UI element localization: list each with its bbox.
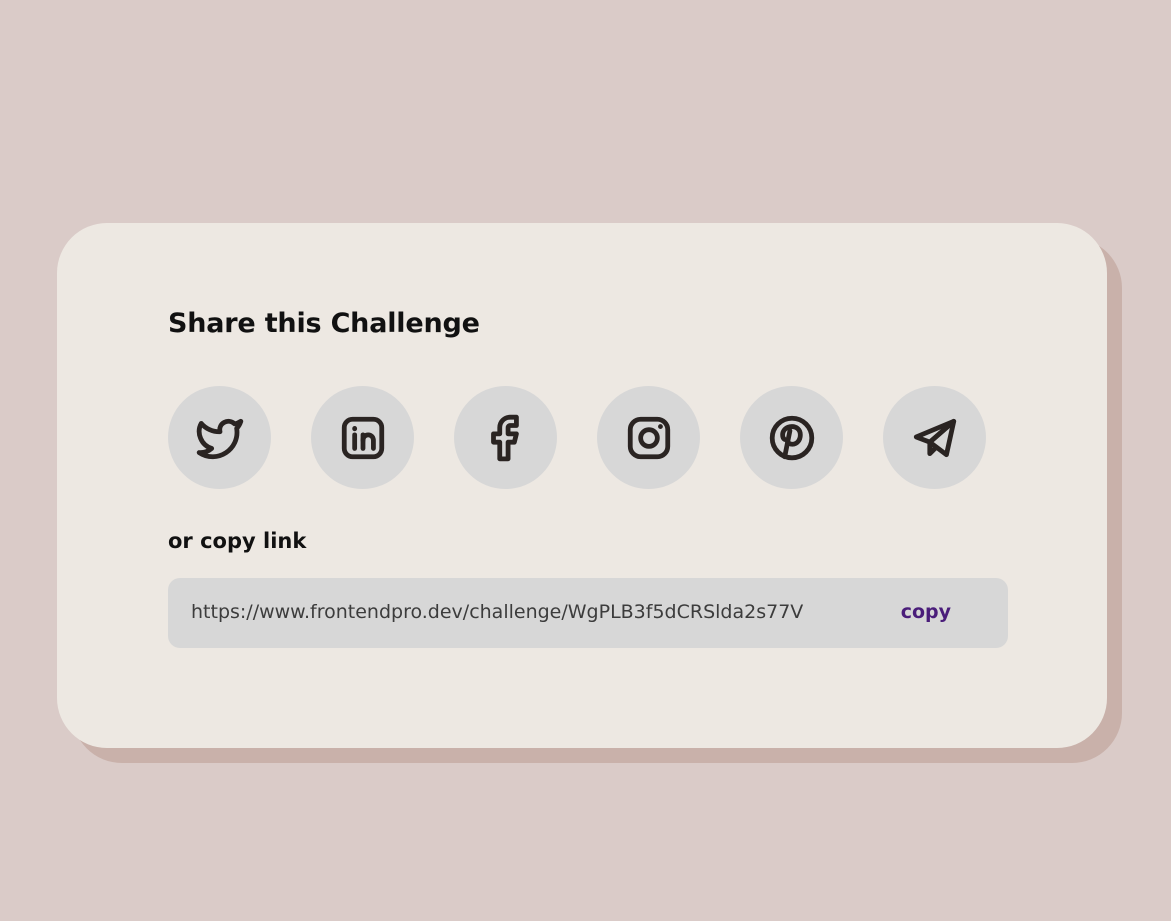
- share-card: Share this Challenge or copy link https:…: [57, 223, 1107, 748]
- share-instagram-button[interactable]: [597, 386, 700, 489]
- linkedin-icon: [341, 416, 384, 459]
- card-title: Share this Challenge: [168, 308, 480, 339]
- pinterest-icon: [769, 415, 814, 460]
- copy-link-label: or copy link: [168, 529, 307, 553]
- share-icons-row: [168, 386, 986, 489]
- share-telegram-button[interactable]: [883, 386, 986, 489]
- share-twitter-button[interactable]: [168, 386, 271, 489]
- share-facebook-button[interactable]: [454, 386, 557, 489]
- telegram-icon: [913, 418, 956, 457]
- share-pinterest-button[interactable]: [740, 386, 843, 489]
- share-link-url[interactable]: https://www.frontendpro.dev/challenge/Wg…: [191, 601, 803, 623]
- facebook-icon: [490, 414, 519, 461]
- link-field: https://www.frontendpro.dev/challenge/Wg…: [168, 578, 1008, 648]
- twitter-icon: [196, 418, 243, 459]
- share-linkedin-button[interactable]: [311, 386, 414, 489]
- copy-button[interactable]: copy: [901, 601, 951, 624]
- instagram-icon: [627, 416, 670, 459]
